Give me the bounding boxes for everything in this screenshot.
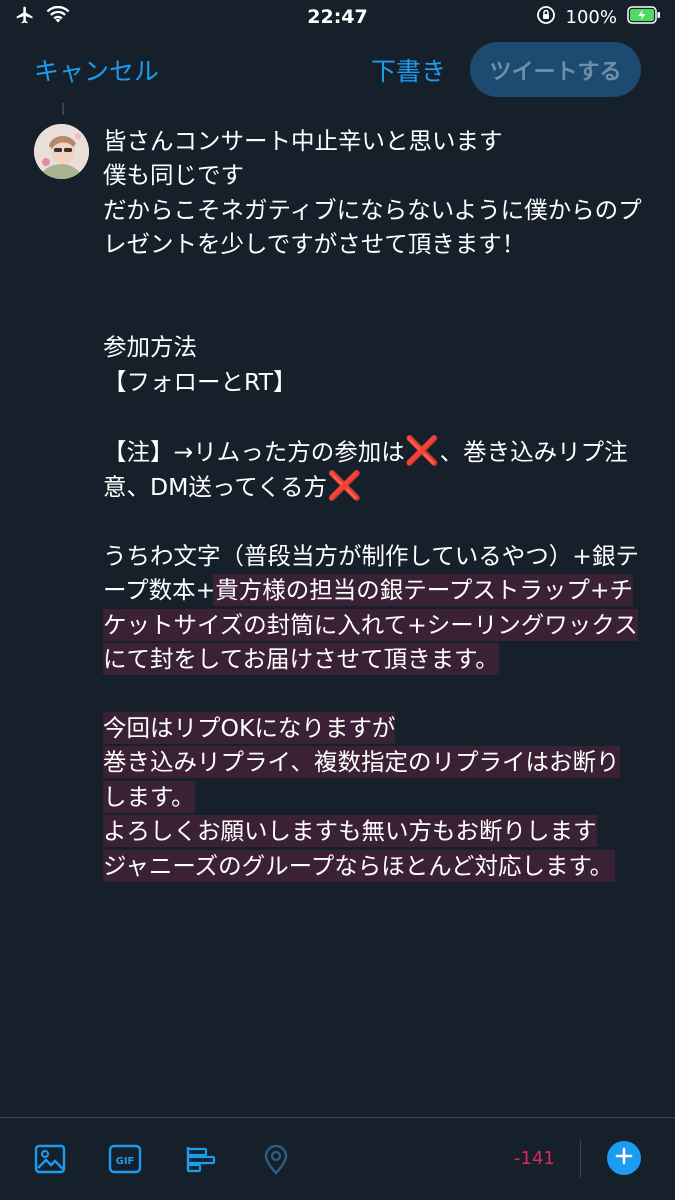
add-tweet-button[interactable] [607, 1141, 641, 1175]
image-icon[interactable] [33, 1142, 67, 1176]
compose-header: キャンセル 下書き ツイートする [0, 40, 675, 98]
gif-icon[interactable]: GIF [108, 1142, 142, 1176]
red-x-emoji: ❌ [404, 433, 440, 467]
tweet-button[interactable]: ツイートする [470, 42, 641, 97]
poll-icon[interactable] [184, 1142, 218, 1176]
location-icon[interactable] [259, 1142, 293, 1176]
plus-icon [615, 1147, 633, 1169]
status-time: 22:47 [307, 6, 368, 28]
tweet-text-main: 皆さんコンサート中止辛いと思います 僕も同じです だからこそネガティブにならない… [103, 127, 642, 466]
compose-toolbar: GIF -141 [0, 1118, 675, 1200]
cancel-button[interactable]: キャンセル [34, 52, 159, 88]
red-x-emoji: ❌ [327, 469, 362, 503]
thread-line [62, 103, 64, 115]
status-bar: 22:47 100% [0, 0, 675, 34]
overflow-text-highlight: 貴方様の担当の銀テープストラップ+チケットサイズの封筒に入れて+シーリングワック… [103, 576, 638, 880]
svg-text:GIF: GIF [116, 1156, 135, 1167]
tweet-text-input[interactable]: 皆さんコンサート中止辛いと思います 僕も同じです だからこそネガティブにならない… [103, 124, 643, 883]
character-counter: -141 [514, 1148, 555, 1169]
drafts-button[interactable]: 下書き [371, 52, 446, 88]
avatar[interactable] [34, 124, 89, 179]
toolbar-separator [580, 1140, 581, 1178]
